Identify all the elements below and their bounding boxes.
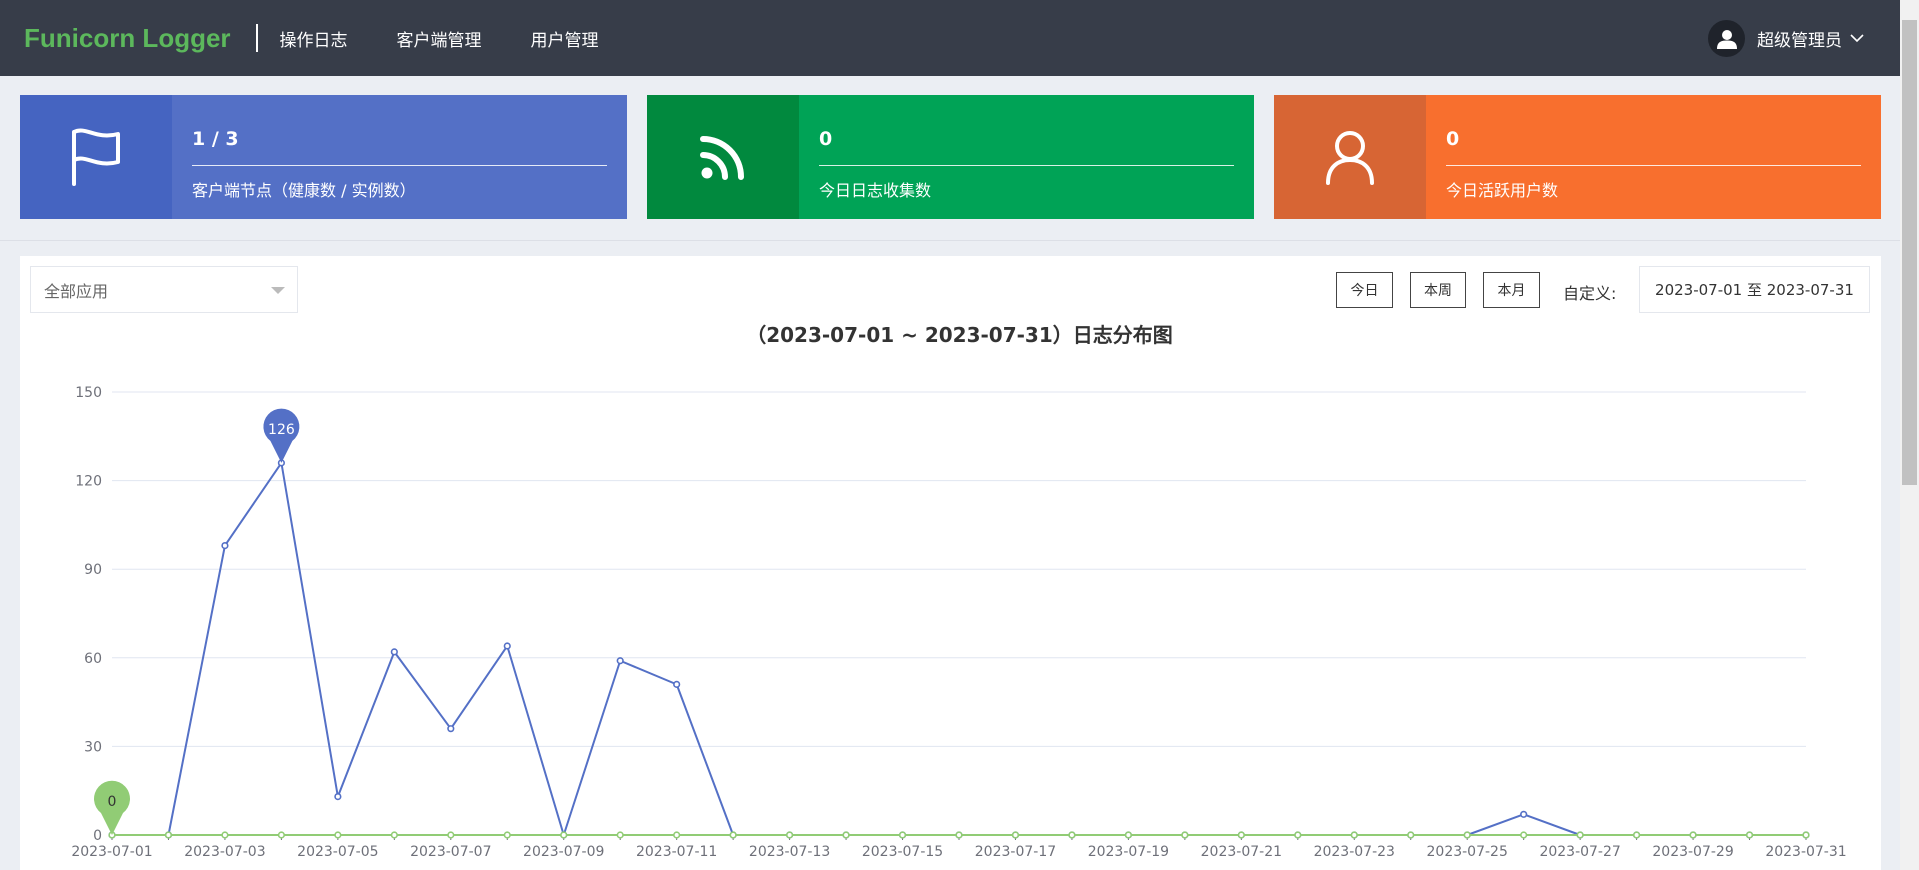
- x-tick-label: 2023-07-01: [71, 844, 152, 860]
- x-tick-label: 2023-07-19: [1088, 844, 1169, 860]
- log-distribution-chart[interactable]: 0 30 60 90 120 150 2023-07-01 2023-07-03 2023-07…: [20, 256, 1881, 870]
- series-1-point: [1576, 831, 1584, 839]
- series-1-point: [1802, 831, 1810, 839]
- card-label: 客户端节点（健康数 / 实例数）: [192, 181, 416, 200]
- user-icon: [1326, 131, 1374, 185]
- series-1-point: [616, 831, 624, 839]
- y-tick-label: 60: [84, 651, 102, 667]
- series-1-point: [1294, 831, 1302, 839]
- x-tick-label: 2023-07-03: [184, 844, 265, 860]
- series-0-point: [673, 680, 681, 688]
- series-1-max-label: 0: [108, 794, 117, 810]
- x-tick-label: 2023-07-17: [975, 844, 1056, 860]
- y-tick-label: 90: [84, 562, 102, 578]
- user-name: 超级管理员: [1757, 31, 1842, 51]
- top-navbar: Funicorn Logger 操作日志 客户端管理 用户管理 超级管理员: [0, 0, 1900, 76]
- series-1-point: [1407, 831, 1415, 839]
- x-tick-label: 2023-07-11: [636, 844, 717, 860]
- card-client-nodes: 1 / 3 客户端节点（健康数 / 实例数）: [20, 95, 627, 219]
- rss-icon: [700, 136, 744, 180]
- series-0-max-label: 126: [268, 422, 295, 438]
- chevron-down-icon: [1850, 34, 1864, 43]
- card-today-active-users: 0 今日活跃用户数: [1274, 95, 1881, 219]
- x-tick-label: 2023-07-23: [1314, 844, 1395, 860]
- series-1-point: [334, 831, 342, 839]
- series-1-point: [1350, 831, 1358, 839]
- page-scrollbar[interactable]: [1900, 0, 1919, 870]
- card-icon-box: [1274, 95, 1426, 219]
- series-1-point: [164, 831, 173, 839]
- series-1-point: [1124, 831, 1132, 839]
- x-tick-label: 2023-07-21: [1201, 844, 1282, 860]
- y-tick-label: 30: [84, 739, 102, 755]
- scrollbar-thumb[interactable]: [1902, 20, 1917, 485]
- card-value: 0: [1446, 128, 1460, 150]
- brand-logo[interactable]: Funicorn Logger: [24, 23, 231, 54]
- series-1-point: [1068, 831, 1076, 839]
- series-1-point: [277, 831, 286, 839]
- x-tick-label: 2023-07-09: [523, 844, 604, 860]
- card-icon-box: [647, 95, 799, 219]
- series-0-point: [221, 541, 229, 550]
- series-1-point: [447, 831, 455, 839]
- series-0-line: [112, 461, 1806, 836]
- card-value: 1 / 3: [192, 128, 239, 150]
- series-0-point: [503, 642, 511, 650]
- series-1-point: [785, 831, 794, 839]
- series-1-point: [390, 831, 398, 839]
- series-1-point: [955, 831, 963, 839]
- series-1-point: [1520, 831, 1528, 839]
- series-1-point: [560, 831, 568, 839]
- series-1-point: [503, 831, 511, 839]
- series-1-point: [729, 831, 737, 839]
- series-1-point: [1011, 831, 1020, 839]
- card-divider: [819, 165, 1234, 166]
- avatar: [1708, 20, 1745, 57]
- card-icon-box: [20, 95, 172, 219]
- x-tick-label: 2023-07-25: [1427, 844, 1508, 860]
- x-tick-label: 2023-07-29: [1652, 844, 1733, 860]
- card-today-logs: 0 今日日志收集数: [647, 95, 1254, 219]
- card-label: 今日日志收集数: [819, 181, 932, 200]
- x-tick-label: 2023-07-13: [749, 844, 830, 860]
- brand-divider: [255, 24, 258, 52]
- card-divider: [192, 165, 607, 166]
- user-avatar-icon: [1716, 29, 1737, 49]
- series-1-point: [673, 831, 681, 839]
- series-1-point: [1745, 831, 1754, 839]
- card-value: 0: [819, 128, 833, 150]
- user-menu[interactable]: 超级管理员: [1708, 20, 1864, 57]
- chart-panel: 全部应用 今日 本周 本月 自定义: 2023-07-01 至 2023-07-…: [20, 256, 1881, 870]
- x-tick-label: 2023-07-27: [1539, 844, 1620, 860]
- card-label: 今日活跃用户数: [1446, 181, 1559, 200]
- section-divider: [0, 240, 1900, 241]
- x-tick-label: 2023-07-31: [1765, 844, 1846, 860]
- series-1-point: [898, 831, 907, 839]
- stat-cards: 1 / 3 客户端节点（健康数 / 实例数） 0 今日日志收集数 0 今日活跃用…: [20, 95, 1881, 219]
- series-1-point: [1463, 831, 1471, 839]
- series-0-point: [1520, 810, 1528, 818]
- series-1-point: [842, 831, 850, 839]
- series-0-point: [334, 793, 342, 801]
- nav-item-operation-log[interactable]: 操作日志: [280, 26, 348, 51]
- series-1-point: [1632, 831, 1641, 839]
- y-tick-label: 150: [75, 385, 102, 401]
- nav-item-client-management[interactable]: 客户端管理: [397, 26, 482, 51]
- x-tick-label: 2023-07-05: [297, 844, 378, 860]
- series-0-point: [616, 657, 624, 665]
- series-1-point: [1181, 831, 1189, 839]
- y-tick-label: 0: [93, 828, 102, 844]
- y-tick-label: 120: [75, 474, 102, 490]
- nav-item-user-management[interactable]: 用户管理: [531, 26, 599, 51]
- card-divider: [1446, 165, 1861, 166]
- x-tick-label: 2023-07-07: [410, 844, 491, 860]
- series-1-point: [221, 831, 229, 839]
- series-1-point: [1237, 831, 1245, 839]
- series-1-point: [1689, 831, 1697, 839]
- x-tick-label: 2023-07-15: [862, 844, 943, 860]
- series-0-point: [390, 648, 398, 656]
- series-0-point: [447, 725, 455, 733]
- flag-icon: [72, 128, 120, 186]
